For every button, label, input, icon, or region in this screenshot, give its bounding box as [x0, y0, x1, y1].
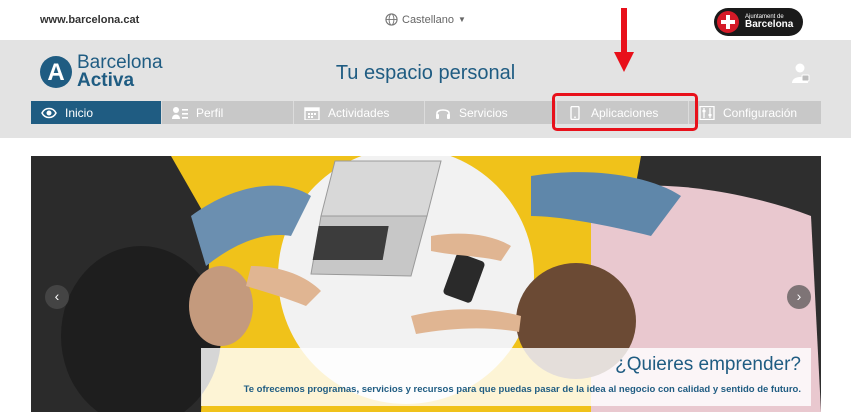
highlight-box-annotation — [552, 93, 698, 131]
globe-icon — [385, 13, 398, 26]
nav-item-servicios[interactable]: Servicios — [425, 101, 557, 124]
nav-label: Inicio — [65, 105, 94, 120]
nav-label: Servicios — [459, 105, 508, 120]
language-selector[interactable]: Castellano ▼ — [385, 13, 466, 26]
next-slide-button[interactable]: › — [787, 285, 811, 309]
page: www.barcelona.cat Castellano ▼ Ajuntamen… — [0, 0, 851, 412]
ajuntament-logo[interactable]: Ajuntament de Barcelona — [714, 8, 803, 36]
nav-item-configuracion[interactable]: Configuración — [689, 101, 821, 124]
ajuntament-seal-icon — [717, 11, 739, 33]
eye-icon — [41, 107, 57, 118]
top-bar: www.barcelona.cat Castellano ▼ Ajuntamen… — [0, 0, 851, 40]
language-label: Castellano — [402, 13, 454, 26]
page-title: Tu espacio personal — [335, 62, 516, 84]
hero-banner: ‹ › ¿Quieres emprender? Te ofrecemos pro… — [31, 156, 821, 412]
calendar-icon — [304, 106, 320, 120]
chevron-down-icon: ▼ — [457, 15, 466, 24]
previous-slide-button[interactable]: ‹ — [45, 285, 69, 309]
profile-card-icon — [172, 106, 188, 119]
barcelona-cat-link[interactable]: www.barcelona.cat — [40, 14, 139, 26]
headset-icon — [436, 108, 450, 119]
hero-caption: ¿Quieres emprender? Te ofrecemos program… — [201, 348, 811, 406]
nav-item-perfil[interactable]: Perfil — [162, 101, 294, 124]
nav-label: Configuración — [723, 105, 798, 120]
ajuntament-name: Barcelona — [745, 19, 794, 30]
nav-item-actividades[interactable]: Actividades — [294, 101, 425, 124]
hero-heading: ¿Quieres emprender? — [615, 354, 801, 375]
nav-label: Actividades — [328, 105, 390, 120]
red-arrow-annotation — [614, 8, 634, 72]
nav-label: Perfil — [196, 105, 224, 120]
settings-icon — [699, 105, 715, 120]
user-lock-icon[interactable] — [791, 62, 811, 84]
nav-item-inicio[interactable]: Inicio — [31, 101, 162, 124]
hero-text: Te ofrecemos programas, servicios y recu… — [243, 384, 801, 395]
main-nav: Inicio Perfil Actividades Servicios Apli… — [31, 101, 821, 124]
